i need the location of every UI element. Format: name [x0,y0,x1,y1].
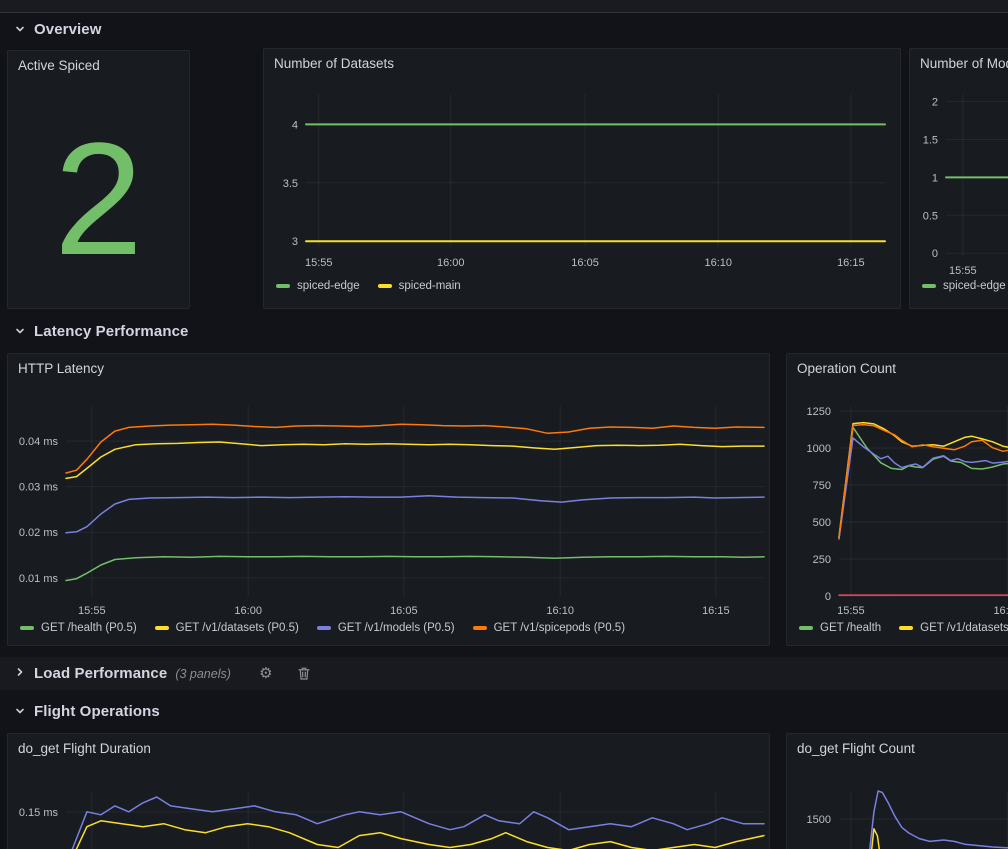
svg-text:250: 250 [813,554,831,566]
legend-item[interactable]: GET /health [799,622,881,634]
legend-color-swatch [473,626,487,630]
legend-color-swatch [922,284,936,288]
svg-text:16:00: 16:00 [993,605,1008,617]
legend-label: GET /health [820,622,881,634]
svg-text:750: 750 [813,480,831,492]
svg-text:16:10: 16:10 [546,605,574,617]
legend-label: spiced-edge [943,280,1006,292]
legend-label: GET /health (P0.5) [41,622,137,634]
trash-icon [297,666,311,681]
legend-color-swatch [276,284,290,288]
legend-color-swatch [317,626,331,630]
svg-text:1: 1 [932,172,938,184]
section-title: Overview [34,21,102,38]
svg-text:0.03 ms: 0.03 ms [19,482,59,494]
legend-item[interactable]: GET /health (P0.5) [20,622,137,634]
svg-text:0.01 ms: 0.01 ms [19,573,59,585]
svg-text:16:10: 16:10 [704,257,732,269]
section-header-flight-operations[interactable]: Flight Operations [14,700,160,722]
svg-text:16:15: 16:15 [702,605,730,617]
svg-text:16:05: 16:05 [390,605,418,617]
legend-item[interactable]: spiced-main [378,280,461,292]
gear-icon: ⚙ [259,666,272,681]
svg-text:0: 0 [825,591,831,603]
panels-count-label: (3 panels) [175,667,231,681]
svg-text:3.5: 3.5 [283,178,298,190]
panel-operation-count: Operation Count 12501000750500250015:551… [786,353,1008,646]
svg-text:15:55: 15:55 [305,257,333,269]
svg-text:0.02 ms: 0.02 ms [19,527,59,539]
svg-text:16:05: 16:05 [571,257,599,269]
chevron-down-icon [14,325,26,337]
svg-text:15:55: 15:55 [949,265,977,277]
timeseries-chart[interactable]: 0.15 ms15:5516:0016:0516:1016:15 [8,734,769,849]
legend-color-swatch [799,626,813,630]
legend-label: GET /v1/spicepods (P0.5) [494,622,625,634]
section-row-load-performance[interactable]: Load Performance (3 panels) ⚙ [0,657,1008,690]
chevron-right-icon [14,665,26,683]
timeseries-chart[interactable]: 12501000750500250015:5516:0016:0516:1016… [787,354,1008,645]
svg-text:1500: 1500 [807,814,831,826]
svg-text:4: 4 [292,119,298,131]
legend-label: spiced-main [399,280,461,292]
chart-legend: GET /health GET /v1/datasets [799,622,1008,634]
timeseries-chart[interactable]: 21.510.5015:5516:0016:0516:1016:15spiced… [910,49,1008,308]
panel-do-get-flight-count: do_get Flight Count 150015:5516:0016:051… [786,733,1008,849]
svg-text:3: 3 [292,236,298,248]
section-title: Latency Performance [34,323,188,340]
panel-active-spiced: Active Spiced 2 [7,50,190,309]
legend-label: GET /v1/models (P0.5) [338,622,455,634]
legend-color-swatch [155,626,169,630]
svg-text:15:55: 15:55 [837,605,865,617]
panel-http-latency: HTTP Latency 0.04 ms0.03 ms0.02 ms0.01 m… [7,353,770,646]
legend-item[interactable]: spiced-edge [276,280,360,292]
legend-label: GET /v1/datasets (P0.5) [176,622,299,634]
panel-do-get-flight-duration: do_get Flight Duration 0.15 ms15:5516:00… [7,733,770,849]
svg-text:500: 500 [813,517,831,529]
top-navigation-bar [0,0,1008,13]
panel-number-of-models: Number of Models 21.510.5015:5516:0016:0… [909,48,1008,309]
timeseries-chart[interactable]: 150015:5516:0016:0516:1016:15 [787,734,1008,849]
panel-title[interactable]: Active Spiced [18,58,100,73]
section-header-latency-performance[interactable]: Latency Performance [14,320,188,342]
chart-legend: GET /health (P0.5) GET /v1/datasets (P0.5… [20,622,625,634]
svg-text:1250: 1250 [807,406,831,418]
chevron-down-icon [14,23,26,35]
row-delete-button[interactable] [293,663,315,685]
svg-text:1000: 1000 [807,443,831,455]
legend-item[interactable]: GET /v1/spicepods (P0.5) [473,622,625,634]
row-settings-button[interactable]: ⚙ [255,663,277,685]
svg-text:16:15: 16:15 [837,257,865,269]
svg-text:0.15 ms: 0.15 ms [19,807,59,819]
section-title: Flight Operations [34,703,160,720]
svg-text:1.5: 1.5 [923,134,938,146]
timeseries-chart[interactable]: 0.04 ms 0.03 ms 0.02 ms 0.01 ms 15:55 16:00 16… [8,354,769,645]
legend-color-swatch [899,626,913,630]
chart-legend: spiced-edge spiced-main [276,280,461,292]
legend-item[interactable]: GET /v1/models (P0.5) [317,622,455,634]
legend-item[interactable]: GET /v1/datasets [899,622,1008,634]
grafana-dashboard: { "sections": { "overview": { "title": "… [0,0,1008,849]
svg-text:15:55: 15:55 [78,605,106,617]
chart-legend: spiced-edge [922,280,1006,292]
legend-label: spiced-edge [297,280,360,292]
svg-text:16:00: 16:00 [437,257,465,269]
svg-text:0.04 ms: 0.04 ms [19,436,59,448]
svg-text:2: 2 [932,97,938,109]
panel-number-of-datasets: Number of Datasets 43.5315:5516:0016:051… [263,48,901,309]
legend-label: GET /v1/datasets [920,622,1008,634]
chevron-down-icon [14,705,26,717]
legend-item[interactable]: spiced-edge [922,280,1006,292]
timeseries-chart[interactable]: 4 3.5 3 15:55 16:00 16:05 16:10 16:15 spiced-edg… [264,49,900,308]
legend-color-swatch [378,284,392,288]
svg-text:0: 0 [932,248,938,260]
svg-text:16:00: 16:00 [234,605,262,617]
svg-text:0.5: 0.5 [923,210,938,222]
legend-color-swatch [20,626,34,630]
stat-value: 2 [8,89,189,308]
section-header-overview[interactable]: Overview [14,18,102,40]
legend-item[interactable]: GET /v1/datasets (P0.5) [155,622,299,634]
section-title: Load Performance [34,665,167,682]
